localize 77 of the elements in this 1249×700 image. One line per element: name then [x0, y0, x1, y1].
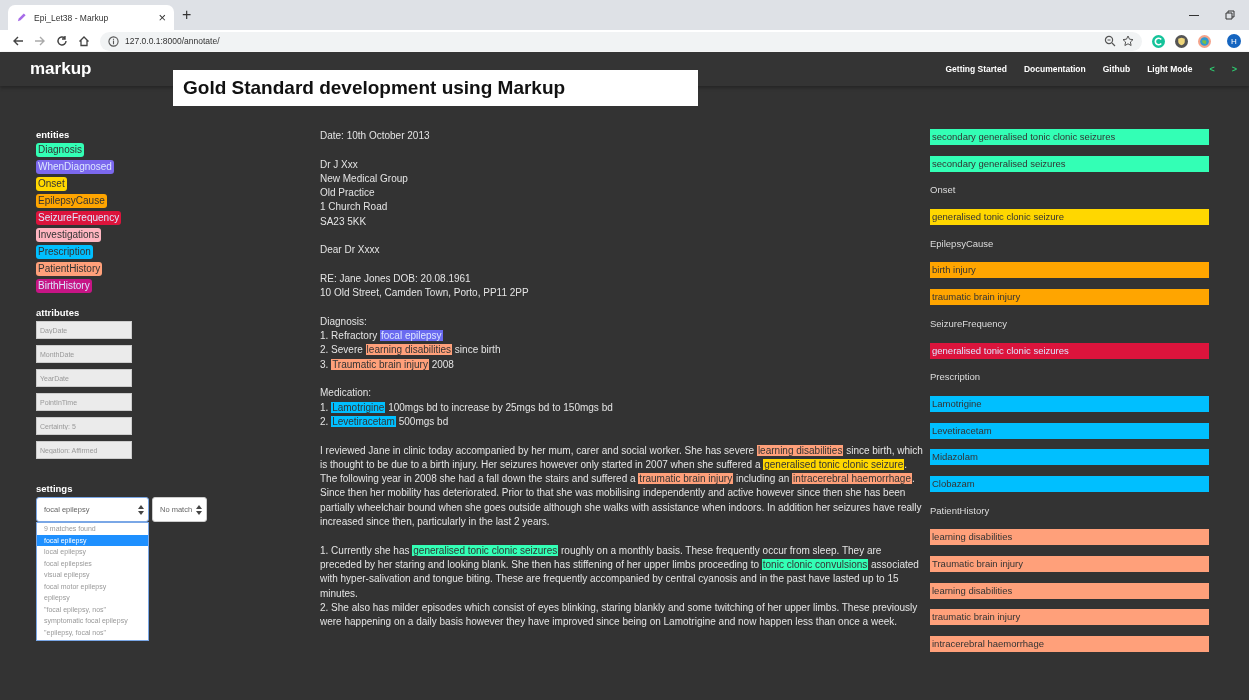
info-icon — [108, 35, 119, 47]
nav-link[interactable]: Documentation — [1023, 64, 1086, 74]
letter-text: Dear Dr Xxxx — [320, 243, 381, 258]
annotation-item[interactable]: birth injury — [930, 262, 1209, 279]
section-heading: entities — [36, 129, 71, 140]
entity-tag[interactable]: Onset — [36, 177, 67, 191]
entity-tag[interactable]: EpilepsyCause — [36, 194, 107, 208]
profile-avatar[interactable]: H — [1227, 34, 1241, 48]
letter-text: 1. Refractory focal epilepsy — [320, 329, 444, 344]
entity-heading: PatientHistory — [930, 503, 991, 518]
letter-text: 10 Old Street, Camden Town, Porto, PP11 2PP — [320, 286, 530, 301]
letter-text: Date: 10th October 2013 — [320, 129, 431, 143]
annotation-item[interactable]: Midazolam — [930, 449, 1209, 466]
annotation-item[interactable]: traumatic brain injury — [930, 609, 1209, 626]
letter-text: Medication: — [320, 386, 373, 401]
entity-tag[interactable]: PatientHistory — [36, 262, 103, 276]
letter-text: 1. Lamotrigine 100mgs bd to increase by 25mgs bd to 150mgs bd — [320, 400, 614, 415]
back-icon[interactable] — [12, 35, 24, 47]
annotation-item[interactable]: Traumatic brain injury — [930, 556, 1209, 572]
annotation-item[interactable]: Clobazam — [930, 475, 1209, 492]
close-icon[interactable]: × — [158, 10, 166, 25]
address-field[interactable]: 127.0.0.1:8000/annotate/ — [100, 31, 1142, 51]
letter-text: SA23 5KK — [320, 214, 368, 229]
shield-icon[interactable] — [1175, 34, 1188, 48]
entity-heading: EpilepsyCause — [930, 236, 995, 251]
browser-tab[interactable]: Epi_Let38 - Markup × — [8, 5, 174, 30]
entity-tag[interactable]: Diagnosis — [36, 143, 84, 157]
annotation-item[interactable]: Levetiracetam — [930, 422, 1209, 439]
letter-text: Old Practice — [320, 186, 376, 201]
entity-tag[interactable]: BirthHistory — [36, 279, 92, 293]
annotation-item[interactable]: Lamotrigine — [930, 395, 1209, 412]
sort-arrows-icon — [196, 504, 202, 515]
zoom-icon[interactable] — [1104, 35, 1116, 47]
title-banner: Gold Standard development using Markup — [173, 70, 698, 106]
annotation-item[interactable]: generalised tonic clonic seizures — [930, 342, 1209, 359]
reload-icon[interactable] — [56, 35, 68, 47]
letter-text: 2. Severe learning disabilities since birth — [320, 343, 502, 358]
previous-link[interactable]: < — [1209, 64, 1215, 74]
nav-link[interactable]: Github — [1102, 64, 1131, 74]
letter-text: 1 Church Road — [320, 200, 389, 215]
letter-text: 2. She also has milder episodes which consist of eyes blinking, staring blankly and some twitching of her upper limbs. These previously were happening on a daily basis however they have improved since being on Lamotrigine and now happen less than once a week. — [320, 600, 919, 630]
new-tab-button[interactable]: + — [182, 6, 192, 24]
letter-text: 2. Levetiracetam 500mgs bd — [320, 414, 450, 429]
entity-heading: Onset — [930, 183, 957, 198]
globe-icon[interactable] — [1198, 34, 1211, 48]
entity-tag[interactable]: Prescription — [36, 245, 93, 259]
annotation-item[interactable]: secondary generalised seizures — [930, 155, 1209, 172]
sort-arrows-icon — [138, 504, 144, 515]
annotation-item[interactable]: learning disabilities — [930, 582, 1209, 599]
nav-link[interactable]: Light Mode — [1147, 64, 1193, 74]
letter-text: 3. Traumatic brain injury 2008 — [320, 357, 455, 372]
entity-tag[interactable]: SeizureFrequency — [36, 211, 122, 225]
star-icon[interactable] — [1122, 35, 1134, 47]
annotation-item[interactable]: secondary generalised tonic clonic seizures — [930, 129, 1209, 145]
pencil-icon — [16, 12, 27, 23]
entity-tag[interactable]: Investigations — [36, 228, 102, 242]
entity-heading: Prescription — [930, 370, 982, 385]
section-heading: settings — [36, 483, 74, 494]
letter-text: Diagnosis: — [320, 314, 368, 329]
letter-text: RE: Jane Jones DOB: 20.08.1961 — [320, 271, 472, 286]
restore-icon[interactable] — [1225, 10, 1235, 20]
tab-title: Epi_Let38 - Markup — [34, 12, 110, 23]
letter-text: I reviewed Jane in clinic today accompanied by her mum, carer and social worker. She has severe learning disabilities since birth, which is thought to be due to a birth injury. Her seizures however only started in 2007 when she suffered a generalised tonic clonic seizure. The following year in 2008 she had a fall down the stairs and suffered a traumatic brain injury including an intracerebral haemorrhage. Since then her mobility has deteriorated. Prior to that she was mobilising independently and active however since then she has been partially wheelchair bound when she goes outside although she walks with assistance when indoors. In addition her seizures have really increased since then, particularly in the last 2 years. — [320, 443, 924, 529]
next-link[interactable]: > — [1231, 64, 1237, 74]
letter-text: New Medical Group — [320, 171, 409, 186]
annotation-item[interactable]: generalised tonic clonic seizure — [930, 209, 1209, 226]
entity-heading: SeizureFrequency — [930, 316, 1009, 331]
annotation-item[interactable]: learning disabilities — [930, 529, 1209, 546]
annotation-item[interactable]: intracerebral haemorrhage — [930, 636, 1209, 653]
home-icon[interactable] — [78, 35, 90, 47]
annotation-item[interactable]: traumatic brain injury — [930, 289, 1209, 306]
app-logo[interactable]: markup — [30, 59, 92, 79]
letter-text: 1. Currently she has generalised tonic clonic seizures roughly on a monthly basis. These frequently occur from sleep. They are preceded by her staring and looking blank. She then has stiffening of her upper limbs proceeding to tonic clonic convulsions associated with hyper-salivation and tongue biting. These are frequently accompanied by central cyanosis and in the past have lasted up to 15 minutes. — [320, 543, 920, 601]
nav-link[interactable]: Getting Started — [945, 64, 1007, 74]
letter-text: Dr J Xxx — [320, 157, 359, 172]
entity-tag[interactable]: WhenDiagnosed — [36, 160, 114, 174]
section-heading: attributes — [36, 307, 81, 318]
